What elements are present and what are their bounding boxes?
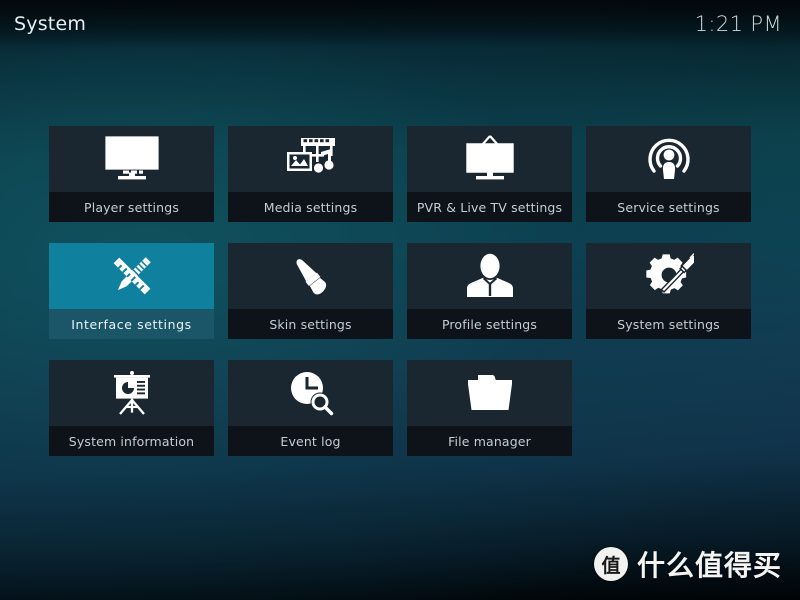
tile-system-information[interactable]: System information [49, 360, 214, 456]
tile-label-area: Service settings [586, 192, 751, 222]
person-icon [465, 253, 515, 299]
tile-icon-area [228, 126, 393, 192]
tile-player-settings[interactable]: Player settings [49, 126, 214, 222]
watermark: 值 什么值得买 [593, 544, 782, 584]
tile-media-settings[interactable]: Media settings [228, 126, 393, 222]
tile-label-area: Skin settings [228, 309, 393, 339]
tile-label-area: Player settings [49, 192, 214, 222]
tile-label-area: Interface settings [49, 309, 214, 339]
tile-label: Event log [280, 433, 341, 449]
watermark-badge: 值 [593, 547, 628, 581]
kodi-system-screen: System 1:21 PM Player settings Media set… [0, 0, 800, 600]
tile-label: Media settings [263, 199, 358, 215]
tile-label-area: Event log [228, 426, 393, 456]
page-title: System [14, 13, 87, 35]
tile-label-area: PVR & Live TV settings [407, 192, 572, 222]
tile-icon-area [407, 243, 572, 309]
clock: 1:21 PM [694, 12, 782, 36]
podcast-broadcast-icon [645, 135, 693, 183]
tile-label: System settings [617, 316, 720, 332]
tile-icon-area [586, 126, 751, 192]
tile-icon-area [586, 243, 751, 309]
paintbrush-icon [286, 254, 336, 298]
tile-icon-area [228, 360, 393, 426]
tile-skin-settings[interactable]: Skin settings [228, 243, 393, 339]
tile-profile-settings[interactable]: Profile settings [407, 243, 572, 339]
tile-label-area: Profile settings [407, 309, 572, 339]
tile-label: File manager [448, 433, 531, 449]
tile-event-log[interactable]: Event log [228, 360, 393, 456]
tile-label: Player settings [84, 199, 179, 215]
tile-icon-area [49, 360, 214, 426]
presentation-chart-icon [108, 369, 156, 417]
tile-label-area: File manager [407, 426, 572, 456]
tile-label: Interface settings [71, 316, 192, 332]
tile-system-settings[interactable]: System settings [586, 243, 751, 339]
tile-icon-area [49, 126, 214, 192]
watermark-text: 什么值得买 [636, 549, 782, 582]
tile-pvr-live-tv-settings[interactable]: PVR & Live TV settings [407, 126, 572, 222]
tile-label-area: System settings [586, 309, 751, 339]
tile-service-settings[interactable]: Service settings [586, 126, 751, 222]
film-photo-music-icon [285, 136, 337, 182]
tv-antenna-icon [462, 135, 518, 183]
tile-label-area: Media settings [228, 192, 393, 222]
tile-label-area: System information [49, 426, 214, 456]
tile-icon-area [407, 360, 572, 426]
tile-icon-area [228, 243, 393, 309]
clock-magnifier-icon [287, 370, 335, 416]
tile-label: Profile settings [441, 316, 538, 332]
header-bar: System 1:21 PM [0, 0, 800, 48]
tile-label: PVR & Live TV settings [416, 199, 563, 215]
tile-label: System information [68, 433, 195, 449]
tile-interface-settings[interactable]: Interface settings [49, 243, 214, 339]
tile-icon-area [49, 243, 214, 309]
gear-screwdriver-icon [644, 252, 694, 300]
tile-icon-area [407, 126, 572, 192]
tile-file-manager[interactable]: File manager [407, 360, 572, 456]
tile-label: Service settings [617, 199, 720, 215]
tile-label: Skin settings [269, 316, 352, 332]
monitor-play-icon [104, 136, 160, 182]
settings-grid: Player settings Media settings PVR & Liv… [49, 126, 755, 456]
folder-icon [464, 373, 516, 413]
pencil-ruler-icon [107, 251, 157, 301]
